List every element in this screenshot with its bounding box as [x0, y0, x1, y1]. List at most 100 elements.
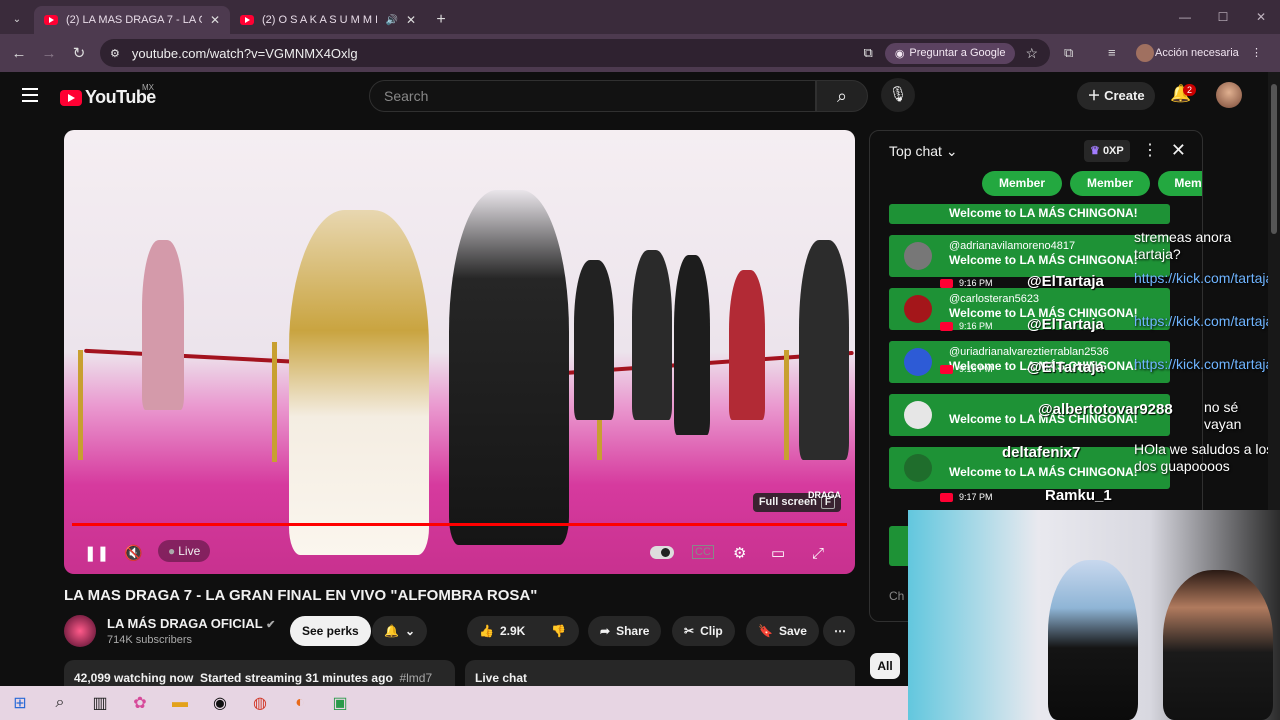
- search-input[interactable]: Search: [369, 80, 816, 112]
- firefox-icon[interactable]: ◐: [280, 694, 320, 712]
- close-tab-icon[interactable]: ✕: [406, 13, 416, 27]
- task-view-icon[interactable]: ▥: [80, 693, 120, 713]
- chat-username[interactable]: @carlosteran5623: [949, 293, 1039, 305]
- extensions-icon[interactable]: ⧉: [1064, 39, 1073, 67]
- more-actions-button[interactable]: ⋯: [823, 616, 855, 646]
- new-tab-icon[interactable]: +: [426, 6, 456, 34]
- page-scrollbar[interactable]: [1268, 72, 1280, 510]
- channel-name[interactable]: LA MÁS DRAGA OFICIAL ✔: [107, 616, 275, 631]
- browser-tab[interactable]: (2) O S A K A S U M M E R 🔊 ✕: [230, 6, 426, 34]
- maximize-icon[interactable]: ☐: [1204, 0, 1242, 34]
- crown-icon: ♛: [1090, 145, 1100, 157]
- overlay-username: deltafenix7: [1002, 444, 1081, 461]
- minimize-icon[interactable]: —: [1166, 0, 1204, 34]
- google-lens-icon: ◉: [894, 47, 905, 60]
- chat-username[interactable]: @uriadrianalvareztierrablan2536: [949, 346, 1109, 358]
- youtube-favicon-icon: [44, 15, 58, 25]
- dislike-button[interactable]: 👎: [539, 616, 579, 646]
- stream-start-time: Started streaming 31 minutes ago: [200, 671, 393, 685]
- back-icon[interactable]: ←: [4, 45, 34, 62]
- subscribed-bell-button[interactable]: 🔔 ⌄: [372, 616, 428, 646]
- account-avatar[interactable]: [1216, 82, 1242, 108]
- windows-start-icon[interactable]: ⊞: [0, 693, 40, 713]
- channel-name-text: LA MÁS DRAGA OFICIAL: [107, 616, 263, 631]
- chrome-icon[interactable]: ◍: [240, 693, 280, 713]
- pause-button[interactable]: ❚❚: [84, 544, 109, 562]
- overlay-username: @ElTartaja: [1027, 359, 1104, 376]
- profile-avatar[interactable]: [1136, 44, 1154, 62]
- chat-mode-label: Top chat: [889, 143, 942, 159]
- youtube-mini-icon: [940, 365, 953, 375]
- subtitles-icon[interactable]: CC: [692, 545, 714, 559]
- chat-avatar: [904, 295, 932, 323]
- chat-message[interactable]: @adrianavilamoreno4817 Welcome to LA MÁS…: [889, 235, 1170, 277]
- chat-message-text: Welcome to LA MÁS CHINGONA!: [949, 253, 1138, 267]
- file-explorer-icon[interactable]: ▬: [160, 694, 200, 712]
- chat-message[interactable]: Welcome to LA MÁS CHINGONA!: [889, 204, 1170, 224]
- ask-google-button[interactable]: ◉ Preguntar a Google: [884, 42, 1016, 64]
- obs-icon[interactable]: ◉: [200, 693, 240, 713]
- search-icon: ⌕: [836, 86, 848, 106]
- member-chip[interactable]: Mem: [1158, 171, 1202, 196]
- create-button[interactable]: ＋ Create: [1077, 82, 1155, 110]
- more-menu-icon[interactable]: ⋮: [1251, 47, 1262, 59]
- search-button[interactable]: ⌕: [816, 80, 868, 112]
- settings-gear-icon[interactable]: ⚙: [733, 544, 746, 562]
- progress-bar[interactable]: [72, 523, 847, 526]
- menu-icon[interactable]: [22, 88, 38, 102]
- live-label: Live: [178, 544, 201, 558]
- browser-tab-active[interactable]: (2) LA MAS DRAGA 7 - LA GRA ✕: [34, 6, 230, 34]
- member-chip[interactable]: Member: [982, 171, 1062, 196]
- top-chat-dropdown[interactable]: Top chat ⌄: [889, 143, 958, 159]
- window-close-icon[interactable]: ✕: [1242, 0, 1280, 34]
- youtube-logo[interactable]: YouTube MX: [60, 83, 156, 108]
- forward-icon[interactable]: →: [34, 45, 64, 62]
- video-player[interactable]: Full screen F DRAGA ❚❚ 🔇 ● Live CC ⚙ ▭ ⤢: [64, 130, 855, 574]
- close-chat-icon[interactable]: ✕: [1171, 140, 1186, 161]
- overlay-chat-message: no sé vayan: [1204, 399, 1242, 432]
- live-badge[interactable]: ● Live: [158, 540, 211, 562]
- fullscreen-icon[interactable]: ⤢: [812, 545, 824, 562]
- more-dots-icon: ⋯: [834, 624, 846, 638]
- autoplay-toggle[interactable]: [650, 546, 674, 559]
- performer-gold-dress: [289, 210, 429, 555]
- draga-watermark: DRAGA: [808, 490, 841, 500]
- member-chip-row: Member Member Mem: [982, 171, 1202, 196]
- address-bar: ← → ↻ ⚙ youtube.com/watch?v=VGMNMX4Oxlg …: [0, 34, 1280, 72]
- member-chip[interactable]: Member: [1070, 171, 1150, 196]
- copilot-icon[interactable]: ✿: [120, 693, 160, 713]
- clip-button[interactable]: ✂ Clip: [672, 616, 735, 646]
- overlay-time-text: 9:16 PM: [959, 364, 993, 374]
- close-tab-icon[interactable]: ✕: [210, 13, 220, 27]
- xp-badge[interactable]: ♛ 0XP: [1084, 140, 1130, 162]
- reading-list-icon[interactable]: ≡: [1108, 39, 1116, 67]
- hashtag[interactable]: #lmd7: [399, 671, 432, 685]
- like-button[interactable]: 👍 2.9K: [467, 616, 539, 646]
- see-perks-button[interactable]: See perks: [290, 616, 371, 646]
- action-needed-button[interactable]: Acción necesaria ⋮: [1155, 39, 1262, 67]
- taskbar-search-icon[interactable]: ⌕: [40, 694, 80, 712]
- channel-avatar[interactable]: [64, 615, 96, 647]
- xp-value: 0XP: [1102, 145, 1124, 157]
- filter-chip-all[interactable]: All: [870, 653, 900, 679]
- app-icon[interactable]: ▣: [320, 693, 360, 713]
- share-button[interactable]: ➦ Share: [588, 616, 662, 646]
- omnibox[interactable]: ⚙ youtube.com/watch?v=VGMNMX4Oxlg ⧉ ◉ Pre…: [100, 39, 1050, 67]
- chat-username[interactable]: @adrianavilamoreno4817: [949, 240, 1075, 252]
- mute-button[interactable]: 🔇: [124, 544, 143, 562]
- youtube-mini-icon: [940, 493, 953, 503]
- share-icon: ➦: [600, 624, 611, 638]
- reload-icon[interactable]: ↻: [64, 44, 94, 62]
- chat-menu-icon[interactable]: ⋮: [1142, 140, 1158, 160]
- theater-mode-icon[interactable]: ▭: [771, 544, 785, 562]
- site-info-icon[interactable]: ⚙: [110, 47, 120, 60]
- cast-icon[interactable]: ⧉: [864, 45, 873, 61]
- window-controls: — ☐ ✕: [1166, 0, 1280, 34]
- overlay-link: https://kick.com/tartaja: [1134, 356, 1274, 372]
- save-button[interactable]: 🔖 Save: [746, 616, 819, 646]
- bookmark-star-icon[interactable]: ☆: [1025, 45, 1038, 62]
- chat-header: Top chat ⌄ ♛ 0XP ⋮ ✕: [870, 131, 1202, 169]
- url-text: youtube.com/watch?v=VGMNMX4Oxlg: [131, 45, 358, 61]
- voice-search-button[interactable]: 🎙: [881, 78, 915, 112]
- tab-search-icon[interactable]: ⌄: [0, 6, 34, 34]
